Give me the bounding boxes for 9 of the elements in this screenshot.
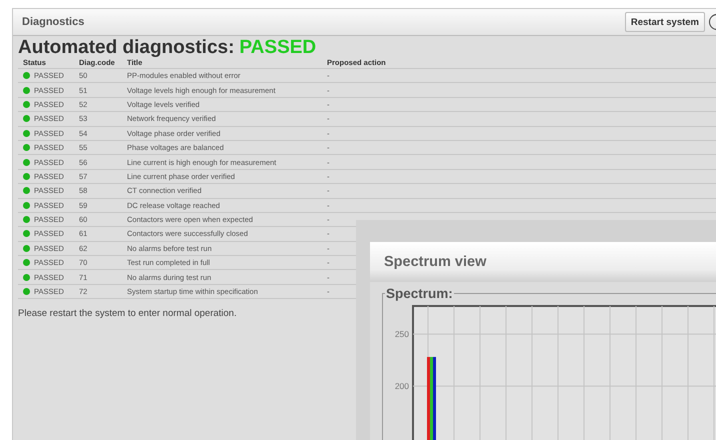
panel-title: Diagnostics (22, 16, 86, 28)
heading: Automated diagnostics: (18, 38, 234, 58)
result-label: PASSED (239, 38, 316, 58)
axis-tick-label: 250 (394, 329, 409, 340)
restart-button[interactable]: Restart system (624, 12, 705, 32)
group-label: Spectrum: (385, 286, 454, 301)
message-text: Please restart the system to enter normal operation. (18, 308, 238, 320)
dialog-title: Spectrum view (384, 254, 486, 270)
axis-tick-label: 200 (394, 381, 409, 392)
